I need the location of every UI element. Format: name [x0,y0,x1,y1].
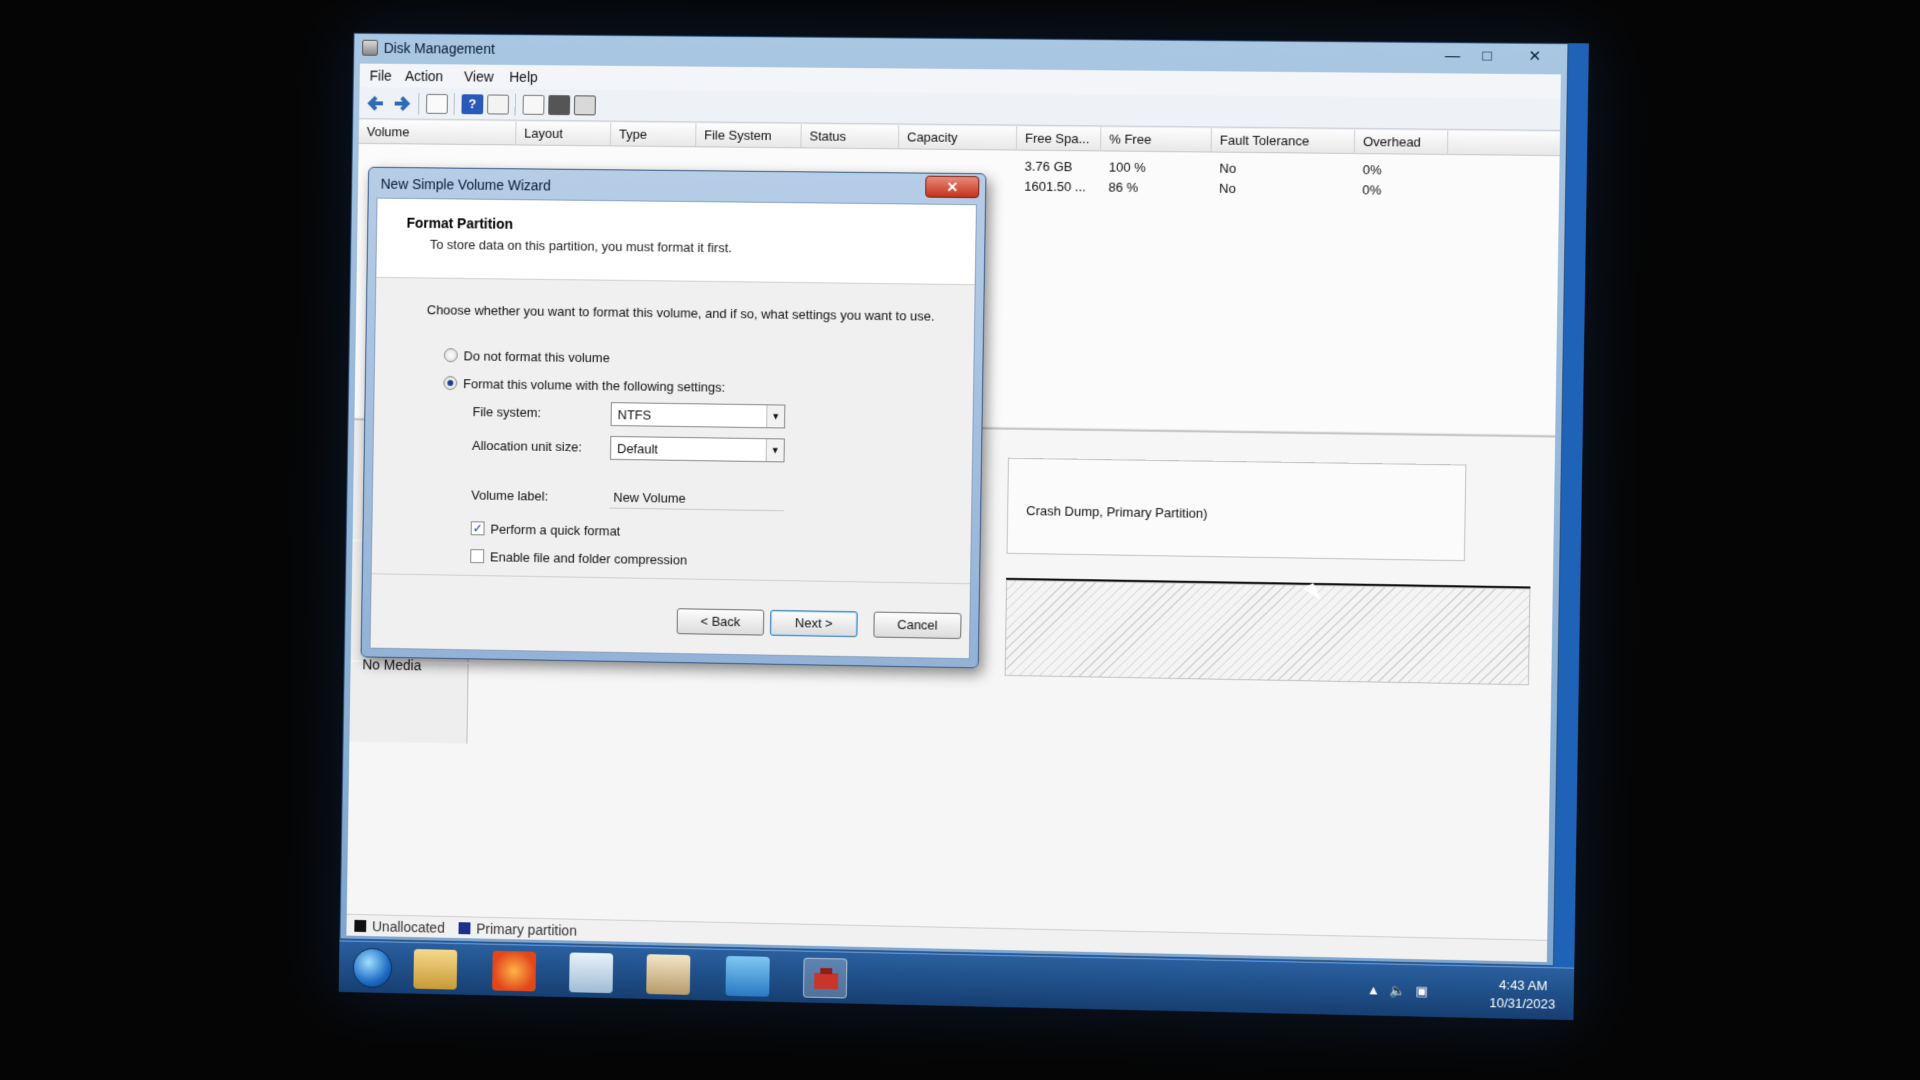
legend-unallocated: Unallocated [371,918,445,936]
allocation-unit-value: Default [616,441,658,457]
radio-do-not-format[interactable] [443,348,458,363]
forward-arrow-icon[interactable] [391,94,413,114]
next-button[interactable]: Next > [769,609,858,638]
disk-management-window: Disk Management — □ ✕ File Action View H… [339,32,1569,967]
minimize-button[interactable]: — [1435,45,1470,67]
notepad-icon[interactable] [569,952,614,994]
col-file-system[interactable]: File System [696,123,802,149]
radio-do-not-format-label[interactable]: Do not format this volume [463,348,609,365]
maximize-button[interactable]: □ [1470,45,1505,67]
menu-action[interactable]: Action [405,68,444,84]
back-arrow-icon[interactable] [365,93,387,113]
chevron-down-icon[interactable]: ▼ [766,405,785,428]
chevron-down-icon[interactable]: ▼ [765,439,784,462]
menu-help[interactable]: Help [509,69,538,85]
cell-overhead: 0% [1362,162,1382,178]
radio-format-volume-label[interactable]: Format this volume with the following se… [463,376,725,395]
close-button[interactable]: ✕ [1512,46,1557,69]
legend-unallocated-swatch [354,919,367,933]
volume-label-label: Volume label: [471,487,549,504]
paint-icon[interactable] [646,954,691,995]
cell-pct-free: 100 % [1108,159,1146,175]
properties-icon[interactable] [487,94,510,115]
volume-icon[interactable]: 🔈 [1389,983,1406,999]
disk-management-icon [362,39,379,56]
cell-fault-tolerance: No [1218,180,1236,196]
col-free-space[interactable]: Free Spa... [1016,126,1102,152]
window-title: Disk Management [383,39,495,57]
wizard-close-button[interactable]: ✕ [925,175,980,199]
file-system-label: File system: [472,404,542,421]
col-fault-tolerance[interactable]: Fault Tolerance [1211,128,1356,155]
cell-free-space: 3.76 GB [1024,158,1073,175]
help-icon[interactable]: ? [461,94,484,115]
radio-format-volume[interactable] [443,375,458,391]
computer-management-icon[interactable] [802,957,848,999]
cancel-button[interactable]: Cancel [873,611,962,640]
settings-icon[interactable] [573,95,596,116]
cell-pct-free: 86 % [1108,179,1139,195]
format-partition-subtitle: To store data on this partition, you mus… [429,236,732,256]
col-overhead[interactable]: Overhead [1354,129,1449,155]
cell-free-space: 1601.50 ... [1024,178,1086,195]
file-explorer-icon[interactable] [413,948,458,990]
menu-file[interactable]: File [369,68,391,84]
cell-fault-tolerance: No [1219,160,1237,176]
no-media-text: No Media [362,656,422,674]
col-capacity[interactable]: Capacity [898,125,1018,151]
clock-date[interactable]: 10/31/2023 [1489,995,1555,1012]
refresh-icon[interactable] [522,94,545,115]
menu-view[interactable]: View [464,68,494,84]
col-volume[interactable]: Volume [358,120,517,146]
partition-info: Crash Dump, Primary Partition) [1026,503,1208,521]
screen: Disk Management — □ ✕ File Action View H… [338,32,1589,1021]
firefox-icon[interactable] [492,950,537,992]
instruction-text: Choose whether you want to format this v… [426,302,935,324]
back-button[interactable]: < Back [676,608,765,636]
new-simple-volume-wizard: New Simple Volume Wizard ✕ Format Partit… [360,166,987,669]
col-type[interactable]: Type [610,122,697,148]
quick-format-label[interactable]: Perform a quick format [490,522,620,539]
cell-overhead: 0% [1362,182,1382,198]
format-partition-title: Format Partition [406,214,514,232]
rescan-icon[interactable] [548,95,571,116]
file-system-select[interactable]: NTFS ▼ [610,402,786,429]
clock-time[interactable]: 4:43 AM [1499,977,1548,993]
file-system-value: NTFS [617,407,652,423]
col-layout[interactable]: Layout [516,121,612,147]
allocation-unit-select[interactable]: Default ▼ [609,435,785,463]
system-tray: ▲ 🔈 ▣ 4:43 AM 10/31/2023 [1367,970,1560,1015]
compression-label[interactable]: Enable file and folder compression [490,549,687,567]
col-pct-free[interactable]: % Free [1101,127,1212,153]
wizard-header: Format Partition To store data on this p… [376,198,976,286]
cdrom-label[interactable] [349,662,469,744]
control-panel-icon[interactable] [725,955,770,997]
unallocated-region[interactable] [1004,579,1531,686]
legend-primary-swatch [458,922,471,935]
allocation-unit-label: Allocation unit size: [471,437,582,455]
console-tree-icon[interactable] [426,93,448,114]
volume-label-input[interactable]: New Volume [613,490,685,506]
show-hidden-icons-icon[interactable]: ▲ [1367,982,1380,997]
quick-format-checkbox[interactable]: ✓ [470,521,485,536]
legend-primary: Primary partition [476,920,577,939]
wizard-title: New Simple Volume Wizard [380,175,551,194]
network-icon[interactable]: ▣ [1415,983,1428,999]
wizard-body: Format Partition To store data on this p… [369,197,977,660]
start-button[interactable] [352,947,393,989]
col-status[interactable]: Status [801,124,900,150]
primary-partition-region[interactable]: Crash Dump, Primary Partition) [1006,457,1467,562]
compression-checkbox[interactable] [470,549,485,564]
